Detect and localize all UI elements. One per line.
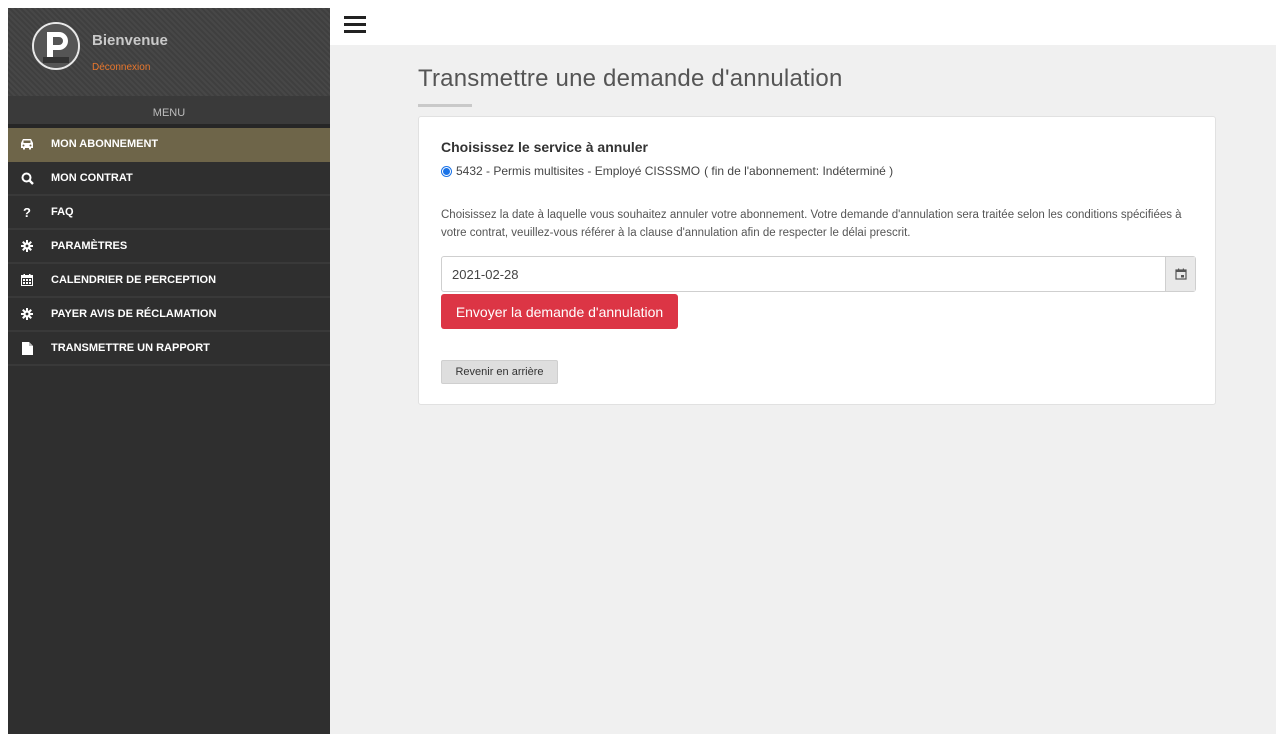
gear-icon (20, 239, 34, 253)
gear-icon (20, 307, 34, 321)
submit-cancellation-button[interactable]: Envoyer la demande d'annulation (441, 294, 678, 329)
car-icon (20, 137, 34, 151)
title-underline (418, 104, 472, 107)
main-content: Transmettre une demande d'annulation Cho… (330, 45, 1276, 734)
spaq-logo (32, 22, 80, 70)
service-radio-button[interactable] (441, 165, 452, 177)
sidebar-item-mon-contrat[interactable]: MON CONTRAT (8, 162, 330, 196)
back-button[interactable]: Revenir en arrière (441, 360, 558, 384)
sidebar-item-payer-avis-de-reclamation[interactable]: PAYER AVIS DE RÉCLAMATION (8, 298, 330, 332)
menu-label: MENU (8, 96, 330, 128)
service-label: 5432 - Permis multisites - Employé CISSS… (456, 164, 701, 178)
welcome-text: Bienvenue (92, 32, 168, 49)
top-bar (330, 8, 1276, 45)
service-end-date: ( fin de l'abonnement: Indéterminé ) (704, 164, 894, 178)
service-option[interactable]: 5432 - Permis multisites - Employé CISSS… (441, 164, 893, 178)
sidebar-item-mon-abonnement[interactable]: MON ABONNEMENT (8, 128, 330, 162)
question-icon: ? (23, 204, 31, 220)
logout-link[interactable]: Déconnexion (92, 62, 150, 73)
sidebar-item-label: PARAMÈTRES (51, 240, 128, 252)
date-picker (441, 256, 1196, 292)
sidebar-item-label: CALENDRIER DE PERCEPTION (51, 274, 217, 286)
sidebar-item-label: FAQ (51, 206, 74, 218)
hamburger-menu-icon[interactable] (344, 16, 366, 36)
cancellation-form-card: Choisissez le service à annuler 5432 - P… (418, 116, 1216, 405)
file-icon (20, 341, 34, 355)
sidebar-item-calendrier-de-perception[interactable]: CALENDRIER DE PERCEPTION (8, 264, 330, 298)
sidebar-item-label: TRANSMETTRE UN RAPPORT (51, 342, 210, 354)
sidebar-item-label: MON CONTRAT (51, 172, 133, 184)
calendar-picker-icon[interactable] (1165, 257, 1195, 291)
form-heading: Choisissez le service à annuler (441, 139, 648, 155)
sidebar-item-transmettre-un-rapport[interactable]: TRANSMETTRE UN RAPPORT (8, 332, 330, 366)
sidebar-item-label: MON ABONNEMENT (51, 138, 159, 150)
instructions-text: Choisissez la date à laquelle vous souha… (441, 209, 1182, 239)
search-icon (20, 171, 34, 185)
calendar-icon (20, 273, 34, 287)
cancellation-date-input[interactable] (442, 257, 1165, 291)
brand-header: Bienvenue Déconnexion (8, 8, 330, 96)
sidebar-item-faq[interactable]: ? FAQ (8, 196, 330, 230)
sidebar-item-label: PAYER AVIS DE RÉCLAMATION (51, 308, 217, 320)
sidebar: Bienvenue Déconnexion MENU MON ABONNEMEN… (8, 8, 330, 734)
page-title: Transmettre une demande d'annulation (418, 65, 843, 92)
sidebar-item-parametres[interactable]: PARAMÈTRES (8, 230, 330, 264)
